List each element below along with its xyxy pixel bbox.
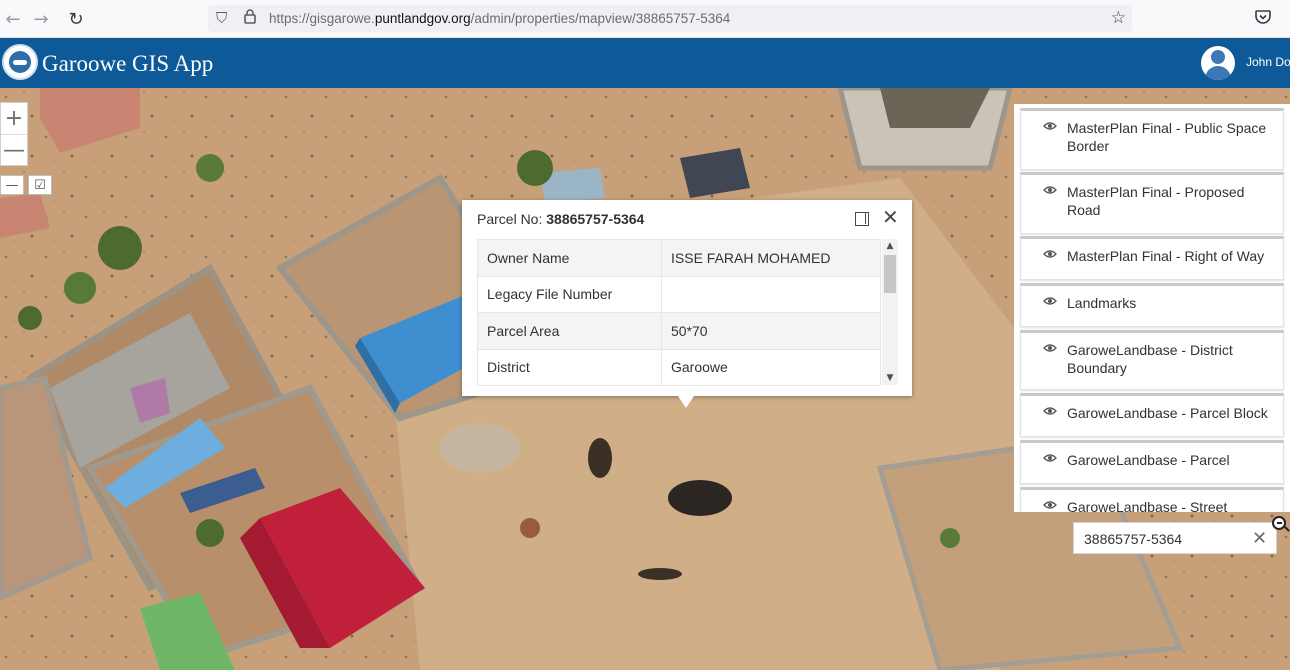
layer-label: Landmarks (1067, 295, 1137, 311)
reload-button[interactable]: ↻ (63, 6, 89, 32)
arrow-left-icon: ← (5, 8, 21, 30)
zoom-control: + — (0, 102, 28, 166)
parcel-popup: Parcel No: 38865757-5364 ✕ Owner Name ISS… (462, 200, 912, 408)
eye-icon[interactable] (1043, 343, 1057, 353)
attribute-value: ISSE FARAH MOHAMED (661, 239, 881, 277)
layer-label: GaroweLandbase - Parcel (1067, 452, 1230, 468)
layer-item[interactable]: GaroweLandbase - Street (1020, 487, 1284, 512)
layer-item[interactable]: MasterPlan Final - Proposed Road (1020, 172, 1284, 234)
eye-icon[interactable] (1043, 185, 1057, 195)
layer-label: GaroweLandbase - Parcel Block (1067, 405, 1268, 421)
attribute-key: Legacy File Number (477, 275, 662, 313)
layer-label: GaroweLandbase - Street (1067, 499, 1228, 512)
eye-icon[interactable] (1043, 500, 1057, 510)
layer-label: MasterPlan Final - Right of Way (1067, 248, 1265, 264)
layer-item[interactable]: GaroweLandbase - District Boundary (1020, 330, 1284, 390)
select-tool-button[interactable]: ☑ (28, 175, 52, 195)
eye-icon[interactable] (1043, 249, 1057, 259)
url-text: https://gisgarowe.puntlandgov.org/admin/… (269, 11, 731, 26)
table-row: Legacy File Number (477, 275, 881, 313)
popup-scrollbar[interactable]: ▲ ▼ (882, 239, 898, 385)
eye-icon[interactable] (1043, 453, 1057, 463)
minimize-tool-button[interactable]: — (0, 175, 24, 195)
scroll-up-icon[interactable]: ▲ (882, 239, 898, 253)
eye-icon[interactable] (1043, 296, 1057, 306)
attribute-value: 50*70 (661, 312, 881, 350)
attribute-key: Parcel Area (477, 312, 662, 350)
zoom-out-button[interactable]: — (1, 134, 27, 165)
layer-item[interactable]: Landmarks (1020, 283, 1284, 327)
layer-list-panel[interactable]: MasterPlan Final - Public Space Border M… (1014, 104, 1290, 512)
close-icon[interactable]: ✕ (1252, 528, 1267, 549)
back-button[interactable]: ← (0, 6, 26, 32)
app-logo (2, 44, 38, 80)
app-title: Garoowe GIS App (42, 51, 214, 76)
star-icon[interactable]: ☆ (1111, 8, 1126, 28)
search-input[interactable]: 38865757-5364 ✕ (1073, 522, 1277, 554)
close-icon[interactable]: ✕ (882, 207, 899, 227)
layer-item[interactable]: GaroweLandbase - Parcel Block (1020, 393, 1284, 437)
table-row: Owner Name ISSE FARAH MOHAMED (477, 239, 881, 277)
layer-item[interactable]: MasterPlan Final - Right of Way (1020, 236, 1284, 280)
dock-icon[interactable] (855, 212, 869, 226)
search-value[interactable]: 38865757-5364 (1084, 531, 1182, 547)
attribute-value (661, 275, 881, 313)
popup-title: Parcel No: 38865757-5364 (477, 211, 645, 227)
table-row: District Garoowe (477, 348, 881, 386)
app-header: Garoowe GIS App John Doe (0, 38, 1290, 88)
zoom-in-cursor-icon (1272, 516, 1286, 530)
map-tools: — ☑ (0, 175, 54, 195)
layer-item[interactable]: GaroweLandbase - Parcel (1020, 440, 1284, 484)
table-row: Parcel Area 50*70 (477, 312, 881, 350)
avatar[interactable] (1201, 46, 1235, 80)
eye-icon[interactable] (1043, 121, 1057, 131)
attribute-table: Owner Name ISSE FARAH MOHAMED Legacy File… (477, 239, 881, 386)
scroll-thumb[interactable] (884, 255, 896, 293)
parcel-number: 38865757-5364 (546, 211, 645, 227)
user-name[interactable]: John Doe (1246, 55, 1290, 69)
layer-item[interactable]: MasterPlan Final - Public Space Border (1020, 108, 1284, 170)
forward-button[interactable]: → (28, 6, 54, 32)
browser-toolbar: ← → ↻ ⛉ https://gisgarowe.puntlandgov.or… (0, 0, 1290, 38)
address-bar[interactable]: ⛉ https://gisgarowe.puntlandgov.org/admi… (208, 5, 1132, 32)
zoom-in-button[interactable]: + (1, 103, 27, 134)
eye-icon[interactable] (1043, 406, 1057, 416)
layer-label: MasterPlan Final - Public Space Border (1067, 120, 1267, 154)
shield-icon[interactable]: ⛉ (216, 9, 227, 27)
attribute-value: Garoowe (661, 348, 881, 386)
reload-icon: ↻ (68, 8, 84, 30)
scroll-down-icon[interactable]: ▼ (882, 371, 898, 385)
layer-label: MasterPlan Final - Proposed Road (1067, 184, 1245, 218)
arrow-right-icon: → (33, 8, 49, 30)
attribute-key: District (477, 348, 662, 386)
attribute-key: Owner Name (477, 239, 662, 277)
lock-icon[interactable] (244, 9, 256, 28)
pocket-icon[interactable] (1254, 8, 1272, 26)
layer-label: GaroweLandbase - District Boundary (1067, 342, 1233, 376)
